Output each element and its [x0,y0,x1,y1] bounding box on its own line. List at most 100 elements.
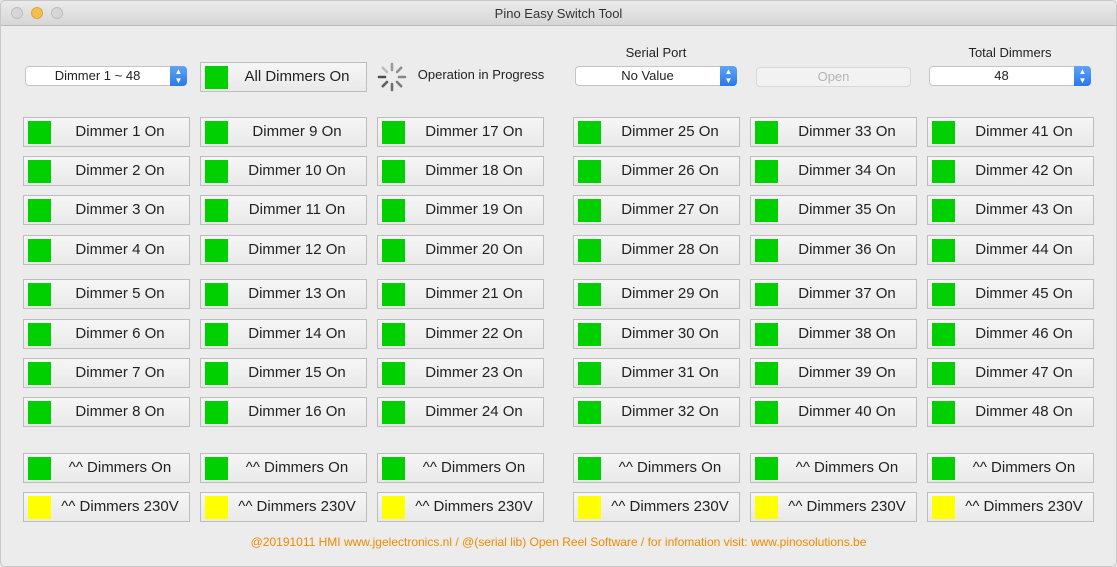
dimmer-12-button[interactable]: Dimmer 12 On [200,235,367,265]
button-label: Dimmer 40 On [798,403,896,420]
dimmer-40-button[interactable]: Dimmer 40 On [750,397,917,427]
status-led [755,457,778,480]
button-label: Dimmer 17 On [425,123,523,140]
serial-port-select[interactable]: No Value ▲ ▼ [575,66,737,86]
status-led [382,121,405,144]
dimmer-1-button[interactable]: Dimmer 1 On [23,117,190,147]
dimmer-range-select[interactable]: Dimmer 1 ~ 48 ▲ ▼ [25,66,187,86]
dimmer-16-button[interactable]: Dimmer 16 On [200,397,367,427]
dimmer-9-button[interactable]: Dimmer 9 On [200,117,367,147]
dimmer-31-button[interactable]: Dimmer 31 On [573,358,740,388]
title-bar: Pino Easy Switch Tool [1,1,1116,26]
status-led [28,121,51,144]
dimmer-39-button[interactable]: Dimmer 39 On [750,358,917,388]
status-led [28,496,51,519]
button-label: Dimmer 31 On [621,364,719,381]
dimmer-33-button[interactable]: Dimmer 33 On [750,117,917,147]
group-230v-button[interactable]: ^^ Dimmers 230V [573,492,740,522]
dimmer-47-button[interactable]: Dimmer 47 On [927,358,1094,388]
status-led [28,323,51,346]
dimmer-27-button[interactable]: Dimmer 27 On [573,195,740,225]
status-led [578,323,601,346]
status-led [755,160,778,183]
status-led [28,401,51,424]
dimmer-46-button[interactable]: Dimmer 46 On [927,319,1094,349]
group-on-button[interactable]: ^^ Dimmers On [750,453,917,483]
dimmer-19-button[interactable]: Dimmer 19 On [377,195,544,225]
dimmer-35-button[interactable]: Dimmer 35 On [750,195,917,225]
button-label: ^^ Dimmers 230V [788,498,906,515]
button-label: Dimmer 9 On [252,123,342,140]
dimmer-8-button[interactable]: Dimmer 8 On [23,397,190,427]
button-label: Dimmer 24 On [425,403,523,420]
dimmer-29-button[interactable]: Dimmer 29 On [573,279,740,309]
dimmer-34-button[interactable]: Dimmer 34 On [750,156,917,186]
dimmer-26-button[interactable]: Dimmer 26 On [573,156,740,186]
status-led [205,457,228,480]
dimmer-13-button[interactable]: Dimmer 13 On [200,279,367,309]
group-on-button[interactable]: ^^ Dimmers On [377,453,544,483]
button-label: Dimmer 43 On [975,201,1073,218]
dimmer-11-button[interactable]: Dimmer 11 On [200,195,367,225]
dimmer-10-button[interactable]: Dimmer 10 On [200,156,367,186]
dimmer-28-button[interactable]: Dimmer 28 On [573,235,740,265]
group-230v-button[interactable]: ^^ Dimmers 230V [927,492,1094,522]
progress-label: Operation in Progress [417,67,545,82]
dimmer-2-button[interactable]: Dimmer 2 On [23,156,190,186]
status-led [382,362,405,385]
dimmer-18-button[interactable]: Dimmer 18 On [377,156,544,186]
button-label: Dimmer 7 On [75,364,165,381]
dimmer-45-button[interactable]: Dimmer 45 On [927,279,1094,309]
group-230v-button[interactable]: ^^ Dimmers 230V [23,492,190,522]
dimmer-30-button[interactable]: Dimmer 30 On [573,319,740,349]
dimmer-7-button[interactable]: Dimmer 7 On [23,358,190,388]
button-label: Dimmer 5 On [75,285,165,302]
group-on-button[interactable]: ^^ Dimmers On [200,453,367,483]
dimmer-24-button[interactable]: Dimmer 24 On [377,397,544,427]
status-led [932,496,955,519]
status-led [382,457,405,480]
dimmer-14-button[interactable]: Dimmer 14 On [200,319,367,349]
dimmer-42-button[interactable]: Dimmer 42 On [927,156,1094,186]
status-led [755,401,778,424]
status-led [28,283,51,306]
button-label: Dimmer 33 On [798,123,896,140]
dimmer-38-button[interactable]: Dimmer 38 On [750,319,917,349]
button-label: Dimmer 28 On [621,241,719,258]
group-230v-button[interactable]: ^^ Dimmers 230V [200,492,367,522]
dimmer-15-button[interactable]: Dimmer 15 On [200,358,367,388]
dimmer-4-button[interactable]: Dimmer 4 On [23,235,190,265]
dimmer-44-button[interactable]: Dimmer 44 On [927,235,1094,265]
dimmer-23-button[interactable]: Dimmer 23 On [377,358,544,388]
dimmer-32-button[interactable]: Dimmer 32 On [573,397,740,427]
status-led [382,160,405,183]
button-label: Dimmer 16 On [248,403,346,420]
all-dimmers-button[interactable]: All Dimmers On [200,62,367,92]
button-label: ^^ Dimmers On [68,459,172,476]
dimmer-48-button[interactable]: Dimmer 48 On [927,397,1094,427]
chevron-updown-icon: ▲ ▼ [1074,66,1091,86]
group-on-button[interactable]: ^^ Dimmers On [23,453,190,483]
button-label: Dimmer 11 On [248,201,346,218]
group-230v-button[interactable]: ^^ Dimmers 230V [750,492,917,522]
dimmer-20-button[interactable]: Dimmer 20 On [377,235,544,265]
dimmer-25-button[interactable]: Dimmer 25 On [573,117,740,147]
dimmer-36-button[interactable]: Dimmer 36 On [750,235,917,265]
open-button[interactable]: Open [756,67,911,87]
total-dimmers-select[interactable]: 48 ▲ ▼ [929,66,1091,86]
group-230v-button[interactable]: ^^ Dimmers 230V [377,492,544,522]
status-led [205,121,228,144]
dimmer-5-button[interactable]: Dimmer 5 On [23,279,190,309]
dimmer-3-button[interactable]: Dimmer 3 On [23,195,190,225]
dimmer-6-button[interactable]: Dimmer 6 On [23,319,190,349]
dimmer-17-button[interactable]: Dimmer 17 On [377,117,544,147]
dimmer-37-button[interactable]: Dimmer 37 On [750,279,917,309]
dimmer-22-button[interactable]: Dimmer 22 On [377,319,544,349]
dimmer-41-button[interactable]: Dimmer 41 On [927,117,1094,147]
status-led [932,401,955,424]
group-on-button[interactable]: ^^ Dimmers On [573,453,740,483]
group-on-button[interactable]: ^^ Dimmers On [927,453,1094,483]
dimmer-21-button[interactable]: Dimmer 21 On [377,279,544,309]
status-led [382,323,405,346]
dimmer-43-button[interactable]: Dimmer 43 On [927,195,1094,225]
